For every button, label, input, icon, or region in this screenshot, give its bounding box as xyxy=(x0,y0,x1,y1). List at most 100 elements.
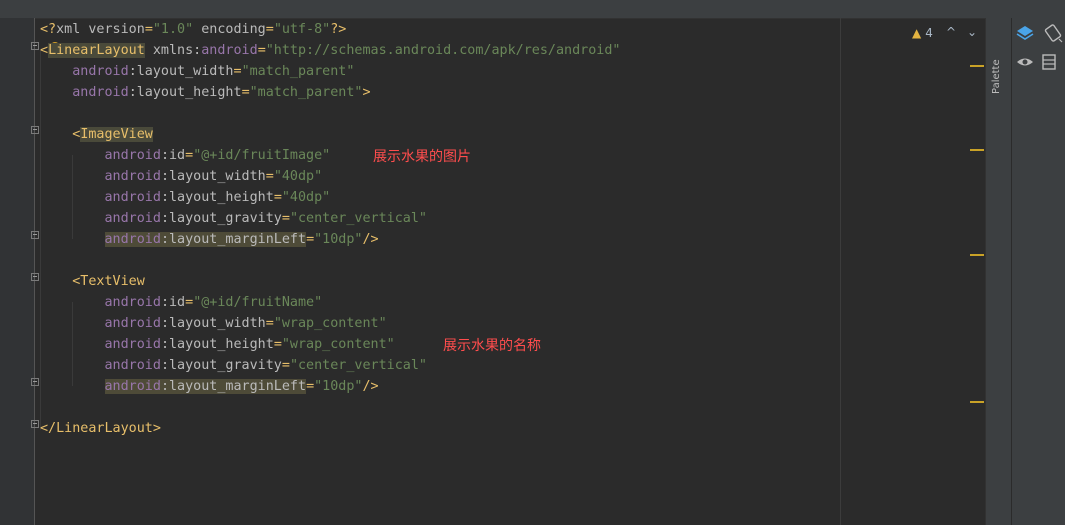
code-line[interactable]: android:layout_height="match_parent"> xyxy=(40,82,371,103)
editor-top-bar xyxy=(0,0,1065,19)
code-token: android xyxy=(72,64,129,79)
chevron-up-icon[interactable]: ^ xyxy=(944,24,958,40)
code-token: :layout_width xyxy=(160,316,266,331)
code-token: android xyxy=(104,190,161,205)
code-token: android xyxy=(104,169,161,184)
code-token: = xyxy=(233,64,242,79)
code-line[interactable]: android:layout_marginLeft="10dp"/> xyxy=(40,376,379,397)
code-token: android xyxy=(104,337,161,352)
code-token: android xyxy=(72,85,129,100)
code-token: android xyxy=(104,232,161,247)
code-token: = xyxy=(185,295,194,310)
code-token: "wrap_content" xyxy=(281,337,395,352)
warning-count: 4 xyxy=(925,26,933,40)
annotation-image-note: 展示水果的图片 xyxy=(373,149,471,165)
code-token: :id xyxy=(160,148,186,163)
line-gutter xyxy=(0,18,39,525)
code-token: android xyxy=(104,358,161,373)
code-token: < xyxy=(40,43,49,58)
code-token: android xyxy=(201,43,258,58)
error-stripe[interactable] xyxy=(968,18,984,525)
warning-marker[interactable] xyxy=(970,254,984,256)
code-token: > xyxy=(362,85,371,100)
code-line[interactable]: <ImageView xyxy=(40,124,153,145)
warning-marker[interactable] xyxy=(970,149,984,151)
code-token: "match_parent" xyxy=(249,85,363,100)
code-token: :layout_width xyxy=(128,64,234,79)
code-line[interactable]: android:layout_height="wrap_content" xyxy=(40,334,395,355)
code-token: = xyxy=(273,190,282,205)
code-token: "wrap_content" xyxy=(273,316,387,331)
code-token: = xyxy=(265,169,274,184)
code-token: :layout_width xyxy=(160,169,266,184)
code-line[interactable]: <LinearLayout xmlns:android="http://sche… xyxy=(40,40,620,61)
code-line[interactable]: <?xml version="1.0" encoding="utf-8"?> xyxy=(40,19,346,40)
code-token: = xyxy=(265,316,274,331)
code-token: = xyxy=(185,148,194,163)
design-toolbar xyxy=(1011,18,1065,525)
code-token: android xyxy=(104,295,161,310)
code-token: :layout_marginLeft xyxy=(160,379,307,394)
blueprint-icon[interactable] xyxy=(1038,51,1060,73)
code-line[interactable]: <TextView xyxy=(40,271,145,292)
code-token: "40dp" xyxy=(273,169,323,184)
code-token: :layout_height xyxy=(160,337,274,352)
code-token: android xyxy=(104,316,161,331)
code-token: = xyxy=(265,22,274,37)
code-token: "center_vertical" xyxy=(289,211,427,226)
palette-label: Palette xyxy=(991,59,1002,94)
code-token: /> xyxy=(362,379,379,394)
code-line[interactable]: android:layout_width="wrap_content" xyxy=(40,313,387,334)
warning-marker[interactable] xyxy=(970,65,984,67)
code-line[interactable]: android:layout_width="40dp" xyxy=(40,166,323,187)
code-token: :layout_height xyxy=(160,190,274,205)
palette-sidebar xyxy=(985,18,1011,525)
code-token: "utf-8" xyxy=(273,22,331,37)
code-token: android xyxy=(104,379,161,394)
code-token: "center_vertical" xyxy=(289,358,427,373)
code-token: xmlns: xyxy=(144,43,202,58)
code-token: :layout_gravity xyxy=(160,211,282,226)
eye-icon[interactable] xyxy=(1014,51,1036,73)
code-token: encoding xyxy=(193,22,266,37)
code-token: :layout_gravity xyxy=(160,358,282,373)
code-token: :layout_height xyxy=(128,85,242,100)
code-line[interactable]: android:layout_gravity="center_vertical" xyxy=(40,355,428,376)
code-token: = xyxy=(281,211,290,226)
inspection-widget[interactable]: ▲ 4 xyxy=(912,25,933,41)
layers-icon[interactable] xyxy=(1014,22,1036,44)
code-token: "10dp" xyxy=(314,232,363,247)
code-editor[interactable]: <?xml version="1.0" encoding="utf-8"?> <L… xyxy=(35,18,985,525)
warning-marker[interactable] xyxy=(970,401,984,403)
code-token: version xyxy=(88,22,145,37)
code-token: <TextView xyxy=(72,274,145,289)
code-line[interactable]: android:layout_marginLeft="10dp"/> xyxy=(40,229,379,250)
code-token: ImageView xyxy=(80,127,153,142)
palette-tab[interactable]: Palette xyxy=(989,34,1007,94)
code-token: /> xyxy=(362,232,379,247)
code-token: :layout_marginLeft xyxy=(160,232,307,247)
code-token: android xyxy=(104,211,161,226)
code-token: "@+id/fruitName" xyxy=(193,295,323,310)
warning-triangle-icon: ▲ xyxy=(912,26,922,40)
code-line[interactable]: android:layout_height="40dp" xyxy=(40,187,331,208)
right-margin-guide xyxy=(840,18,841,525)
code-token: LinearLayout xyxy=(48,43,145,58)
code-line[interactable]: android:layout_width="match_parent" xyxy=(40,61,354,82)
code-line[interactable]: android:id="@+id/fruitImage" xyxy=(40,145,331,166)
code-token: "@+id/fruitImage" xyxy=(193,148,331,163)
code-line[interactable]: </LinearLayout> xyxy=(40,418,161,439)
code-line[interactable]: android:layout_gravity="center_vertical" xyxy=(40,208,428,229)
rotate-orientation-icon[interactable] xyxy=(1042,22,1064,44)
code-token: <? xyxy=(40,22,57,37)
code-line[interactable]: android:id="@+id/fruitName" xyxy=(40,292,323,313)
